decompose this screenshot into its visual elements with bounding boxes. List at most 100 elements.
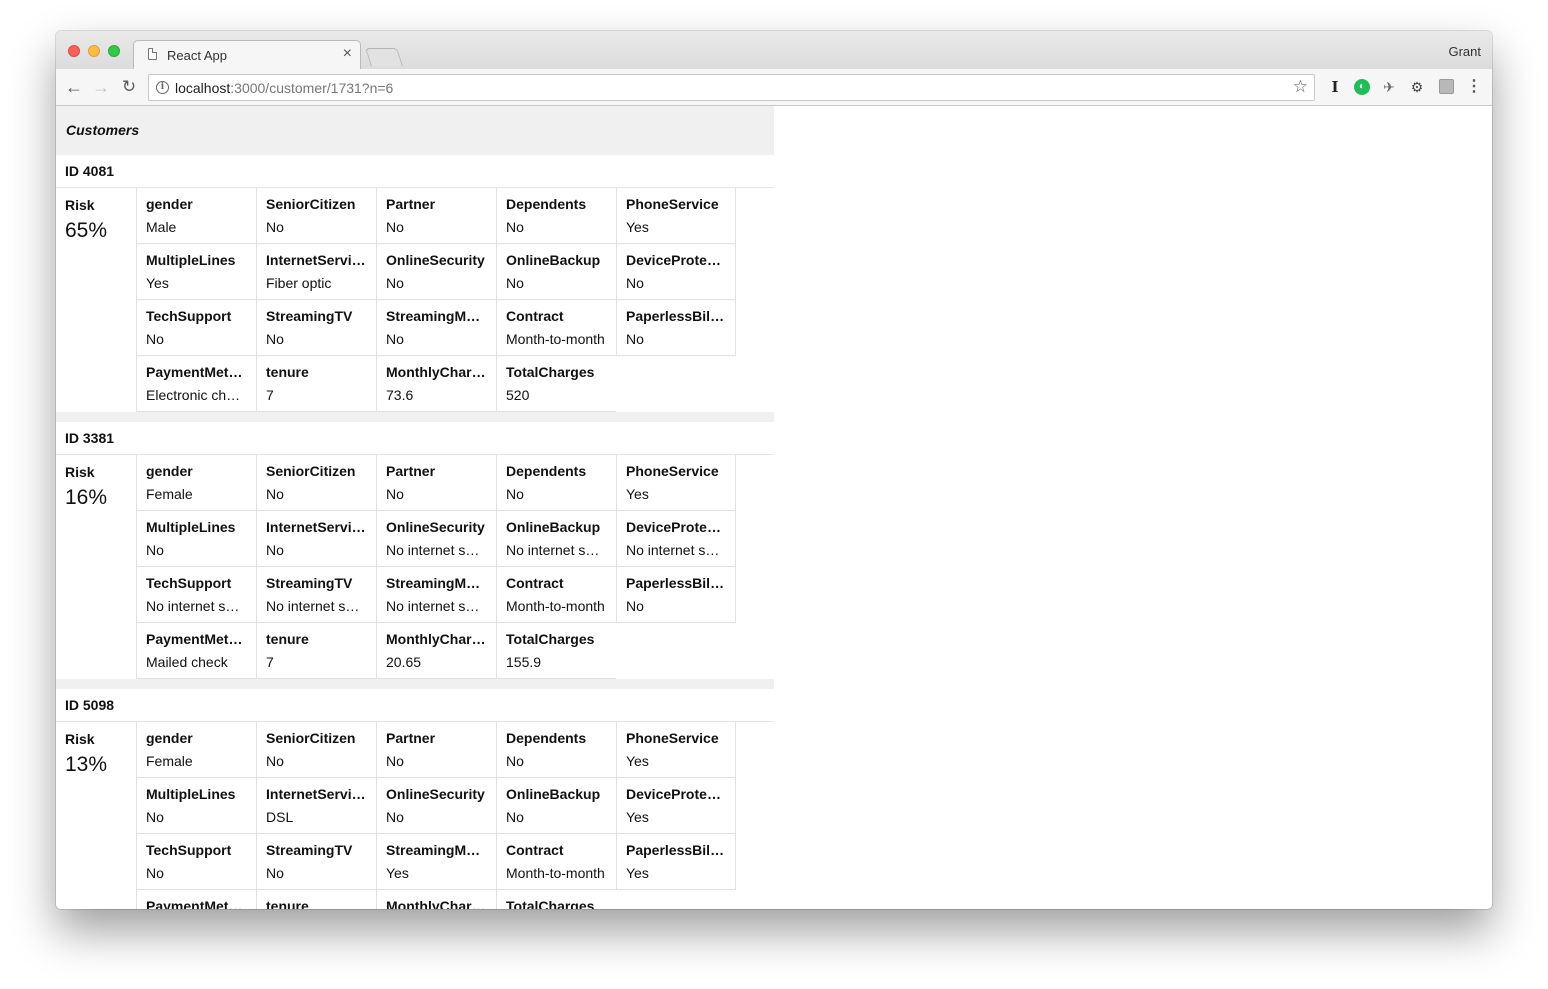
attribute-cell: StreamingMovies Yes	[376, 834, 496, 890]
attribute-label: TechSupport	[146, 308, 232, 324]
risk-label: Risk	[65, 464, 95, 480]
attribute-label: SeniorCitizen	[266, 463, 356, 479]
attribute-value: Yes	[626, 865, 649, 881]
attribute-label: PhoneService	[626, 196, 719, 212]
attribute-cell: Contract Month-to-month	[496, 300, 616, 356]
document-icon	[148, 48, 157, 60]
attribute-label: Partner	[386, 730, 436, 746]
attribute-label: TotalCharges	[506, 364, 595, 380]
browser-tab[interactable]: React App ×	[133, 40, 361, 70]
attribute-value: 7	[266, 654, 274, 670]
window-maximize-button[interactable]	[108, 45, 120, 57]
attribute-cell: OnlineBackup No	[496, 778, 616, 834]
back-arrow-icon[interactable]: ←	[63, 76, 85, 98]
attribute-label: gender	[146, 196, 193, 212]
attribute-label: StreamingTV	[266, 842, 353, 858]
attribute-value: 73.6	[386, 387, 414, 403]
extension-square-icon[interactable]	[1439, 79, 1454, 94]
new-tab-button[interactable]	[365, 48, 403, 66]
attribute-label: tenure	[266, 364, 309, 380]
attribute-value: Month-to-month	[506, 331, 605, 347]
attribute-label: OnlineBackup	[506, 519, 601, 535]
attribute-value: No	[506, 809, 524, 825]
attribute-label: tenure	[266, 898, 309, 909]
attribute-cell: tenure 7	[256, 623, 376, 679]
attribute-value: Yes	[626, 486, 649, 502]
customer-list: ID 4081 Risk 65% gender Male SeniorCitizen No P…	[56, 155, 774, 909]
bookmark-star-icon[interactable]: ☆	[1293, 77, 1308, 97]
attribute-value: No internet service	[266, 598, 367, 614]
address-bar[interactable]: i localhost:3000/customer/1731?n=6 ☆	[148, 74, 1315, 101]
attribute-value: Month-to-month	[506, 598, 605, 614]
attribute-value: No	[266, 542, 284, 558]
attribute-cell: InternetService DSL	[256, 778, 376, 834]
attribute-label: PaperlessBilling	[626, 308, 726, 324]
attribute-label: MonthlyCharges	[386, 364, 487, 380]
attribute-value: No	[266, 753, 284, 769]
attribute-cell: PaperlessBilling No	[616, 567, 736, 623]
customer-separator	[56, 679, 774, 689]
extension-gear-icon[interactable]: ⚙	[1408, 78, 1426, 96]
attribute-label: TotalCharges	[506, 898, 595, 909]
browser-menu-icon[interactable]: ⋮	[1466, 78, 1482, 96]
attribute-value: 20.65	[386, 654, 422, 670]
browser-toolbar: ← → ↻ i localhost:3000/customer/1731?n=6…	[56, 69, 1492, 106]
attribute-cell: TechSupport No internet service	[136, 567, 256, 623]
extension-green-icon[interactable]: ◐	[1354, 79, 1370, 95]
attribute-label: Contract	[506, 842, 564, 858]
attribute-cell: MonthlyCharges 20.65	[376, 623, 496, 679]
attribute-cell: SeniorCitizen No	[256, 722, 376, 778]
attribute-label: MonthlyCharges	[386, 631, 487, 647]
attribute-value: No	[626, 275, 644, 291]
extension-plane-icon[interactable]: ✈	[1381, 78, 1397, 96]
attribute-cell: SeniorCitizen No	[256, 188, 376, 244]
attribute-value: Female	[146, 486, 193, 502]
profile-name[interactable]: Grant	[1448, 44, 1481, 59]
attribute-value: Fiber optic	[266, 275, 332, 291]
attribute-value: No	[506, 753, 524, 769]
attribute-value: Yes	[626, 753, 649, 769]
attribute-label: Contract	[506, 575, 564, 591]
attribute-label: Dependents	[506, 196, 587, 212]
risk-label: Risk	[65, 731, 95, 747]
attribute-value: Mailed check	[146, 654, 228, 670]
attribute-label: StreamingMovies	[386, 842, 487, 858]
attribute-value: No	[266, 331, 284, 347]
attribute-value: No	[146, 331, 164, 347]
attribute-cell: PaymentMethod Mailed check	[136, 623, 256, 679]
attribute-label: gender	[146, 463, 193, 479]
window-close-button[interactable]	[68, 45, 80, 57]
attribute-value: No	[146, 865, 164, 881]
attribute-value: No	[386, 753, 404, 769]
attribute-cell: Contract Month-to-month	[496, 567, 616, 623]
attribute-label: OnlineSecurity	[386, 252, 485, 268]
attribute-label: InternetService	[266, 786, 367, 802]
attribute-cell: StreamingMovies No internet service	[376, 567, 496, 623]
risk-value: 13%	[65, 753, 108, 776]
attribute-label: MultipleLines	[146, 519, 236, 535]
reload-icon[interactable]: ↻	[118, 76, 140, 98]
attribute-value: No	[386, 809, 404, 825]
attribute-cell: InternetService Fiber optic	[256, 244, 376, 300]
attribute-value: No	[386, 486, 404, 502]
forward-arrow-icon[interactable]: →	[90, 76, 112, 98]
info-icon[interactable]: i	[156, 81, 169, 94]
url-path: :3000/customer/1731?n=6	[230, 80, 394, 96]
attribute-cell: StreamingMovies No	[376, 300, 496, 356]
window-minimize-button[interactable]	[88, 45, 100, 57]
tab-close-icon[interactable]: ×	[343, 45, 352, 63]
customer-card: ID 4081 Risk 65% gender Male SeniorCitizen No P…	[56, 155, 774, 412]
attribute-grid: gender Female SeniorCitizen No Partner No Depe…	[136, 455, 736, 679]
url-text[interactable]: localhost:3000/customer/1731?n=6	[175, 80, 393, 96]
attribute-label: TechSupport	[146, 575, 232, 591]
extension-i-icon[interactable]: I	[1329, 78, 1341, 96]
attribute-value: No internet service	[506, 542, 607, 558]
attribute-cell: OnlineSecurity No internet service	[376, 511, 496, 567]
attribute-label: gender	[146, 730, 193, 746]
attribute-cell: tenure 7	[256, 356, 376, 412]
attribute-label: OnlineBackup	[506, 252, 601, 268]
attribute-cell: PhoneService Yes	[616, 188, 736, 244]
attribute-label: PhoneService	[626, 730, 719, 746]
attribute-label: MonthlyCharges	[386, 898, 487, 909]
attribute-cell: OnlineBackup No	[496, 244, 616, 300]
